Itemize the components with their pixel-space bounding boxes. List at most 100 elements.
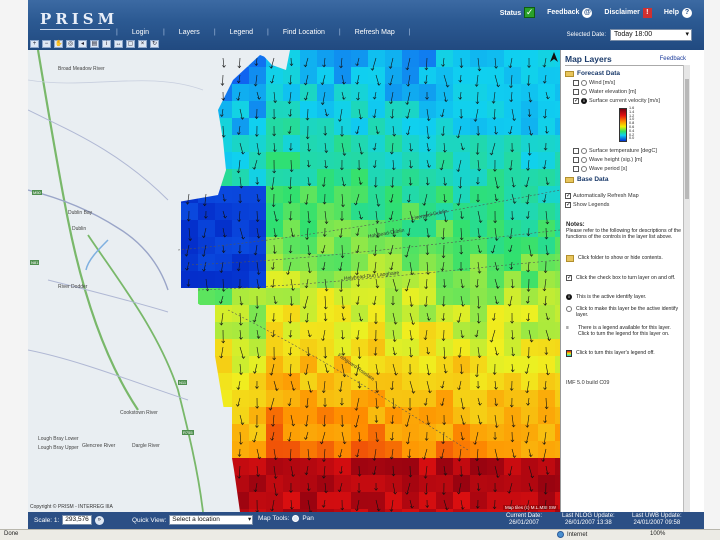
layer-checkbox[interactable] [573,157,579,163]
prism-logo: PRISM [40,10,119,28]
current-cell [266,458,283,475]
nav-login[interactable]: Login [132,29,149,36]
map-view[interactable]: Broad Meadow River Dublin Bay Dublin Riv… [28,50,560,512]
refresh-icon[interactable]: ↻ [150,40,159,48]
current-cell [351,441,368,458]
current-cell [521,186,538,203]
current-cell [470,118,487,135]
back-icon[interactable]: ◂ [78,40,87,48]
identify-inactive-icon[interactable] [581,80,587,86]
measure-icon[interactable]: ↔ [114,40,123,48]
current-cell [266,186,283,203]
identify-inactive-icon[interactable] [581,148,587,154]
identify-active-icon[interactable]: i [581,98,587,104]
current-cell [419,101,436,118]
layer-checkbox[interactable] [573,80,579,86]
current-cell [368,339,385,356]
current-cell [249,492,266,509]
current-cell [249,254,266,271]
current-cell [351,135,368,152]
current-cell [521,254,538,271]
status-indicator[interactable]: Status ✓ [500,7,536,18]
current-cell [300,492,317,509]
exclamation-icon: ! [642,7,652,18]
current-cell [487,237,504,254]
current-cell [232,339,249,356]
current-cell [368,50,385,67]
current-cell [487,152,504,169]
identify-inactive-icon[interactable] [581,89,587,95]
current-cell [470,135,487,152]
current-cell [453,492,470,509]
full-extent-icon[interactable]: ◎ [66,40,75,48]
nav-legend[interactable]: Legend [230,29,253,36]
current-cell [215,339,232,356]
current-cell [351,254,368,271]
scale-go-icon[interactable]: » [94,515,104,525]
scale-input[interactable]: 293,576 [62,515,92,525]
pan-radio[interactable] [292,515,300,522]
layer-checkbox[interactable] [573,98,579,104]
current-cell [521,339,538,356]
identify-inactive-icon[interactable] [581,157,587,163]
current-cell [470,237,487,254]
current-cell [436,84,453,101]
current-cell [368,356,385,373]
current-cell [521,203,538,220]
current-cell [181,203,198,220]
base-data-folder[interactable]: Base Data [565,176,608,183]
scrollbar-thumb[interactable] [685,79,689,199]
current-cell [317,407,334,424]
show-legends-checkbox[interactable] [565,202,571,208]
forecast-data-folder[interactable]: Forecast Data [565,70,620,77]
current-cell [283,424,300,441]
selected-date-select[interactable]: Today 18:00 [610,29,692,41]
quick-view-select[interactable]: Select a location [169,515,254,525]
current-cell [300,322,317,339]
panel-feedback-link[interactable]: Feedback [660,56,686,62]
zoom-out-icon[interactable]: − [42,40,51,48]
identify-inactive-icon[interactable] [581,166,587,172]
current-cell [538,441,555,458]
current-cell [351,322,368,339]
feedback-link[interactable]: Feedback @ [547,7,593,18]
layer-checkbox[interactable] [573,89,579,95]
current-cell [521,390,538,407]
nav-find-location[interactable]: Find Location [283,29,325,36]
disclaimer-link[interactable]: Disclaimer! [604,7,652,18]
zoom-in-icon[interactable]: + [30,40,39,48]
current-cell [470,322,487,339]
current-cell [300,186,317,203]
identify-icon[interactable]: i [102,40,111,48]
browser-zoom[interactable]: 100% [650,531,665,537]
note-item: Click to make this layer be the active i… [566,306,682,318]
current-cell [300,67,317,84]
layer-checkbox[interactable] [573,166,579,172]
current-cell [351,390,368,407]
current-cell [317,152,334,169]
current-cell [266,254,283,271]
current-cell [368,424,385,441]
nav-layers[interactable]: Layers [179,29,200,36]
current-cell [521,373,538,390]
current-cell [436,237,453,254]
help-link[interactable]: Help? [664,7,692,18]
notes-intro: Please refer to the following for descri… [566,228,682,241]
current-cell [351,475,368,492]
auto-refresh-checkbox[interactable] [565,193,571,199]
current-cell [504,458,521,475]
current-cell [266,492,283,509]
nav-refresh-map[interactable]: Refresh Map [355,29,395,36]
note-item: i This is the active identify layer. [566,294,682,300]
select-icon[interactable]: ▢ [126,40,135,48]
current-cell [385,373,402,390]
pan-icon[interactable]: ✋ [54,40,63,48]
layer-checkbox[interactable] [573,148,579,154]
clear-icon[interactable]: × [138,40,147,48]
current-cell [368,135,385,152]
print-icon[interactable]: ▤ [90,40,99,48]
panel-scrollbar[interactable] [683,65,690,512]
current-cell [351,305,368,322]
current-cell [538,254,555,271]
pan-label: Pan [302,515,314,522]
